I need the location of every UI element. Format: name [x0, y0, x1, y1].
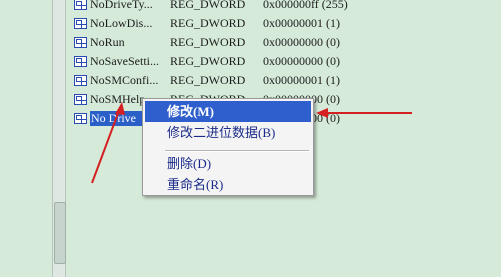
menu-item-rename[interactable]: 重命名(R) — [145, 174, 311, 195]
menu-item-modify[interactable]: 修改(M) — [145, 101, 311, 122]
value-type: REG_DWORD — [170, 0, 246, 11]
scrollbar-thumb[interactable] — [54, 202, 66, 264]
registry-value-row[interactable]: NoLowDis... REG_DWORD 0x00000001 (1) — [74, 15, 494, 33]
value-type: REG_DWORD — [170, 54, 246, 68]
registry-value-row[interactable]: NoSMConfi... REG_DWORD 0x00000001 (1) — [74, 72, 494, 90]
reg-dword-icon — [74, 18, 87, 29]
value-data: 0x00000000 (0) — [263, 35, 340, 49]
menu-item-delete[interactable]: 删除(D) — [145, 153, 311, 174]
value-name: NoSaveSetti... — [90, 54, 159, 68]
value-type: REG_DWORD — [170, 73, 246, 87]
vertical-scrollbar[interactable] — [52, 0, 66, 277]
registry-value-row[interactable]: NoRun REG_DWORD 0x00000000 (0) — [74, 34, 494, 52]
value-name: NoSMConfi... — [90, 73, 159, 87]
value-data: 0x00000001 (1) — [263, 16, 340, 30]
reg-dword-icon — [74, 37, 87, 48]
value-data: 0x00000000 (0) — [263, 54, 340, 68]
value-data: 0x000000ff (255) — [263, 0, 348, 11]
reg-dword-icon — [74, 113, 87, 124]
reg-dword-icon — [74, 94, 87, 105]
value-name[interactable]: No Drive — [90, 111, 149, 126]
reg-dword-icon — [74, 75, 87, 86]
value-name: NoLowDis... — [90, 16, 153, 30]
context-menu: 修改(M) 修改二进位数据(B) 删除(D) 重命名(R) — [142, 98, 314, 196]
registry-value-row[interactable]: NoDriveTy... REG_DWORD 0x000000ff (255) — [74, 0, 494, 14]
menu-separator — [165, 150, 309, 152]
value-type: REG_DWORD — [170, 35, 246, 49]
reg-dword-icon — [74, 56, 87, 67]
menu-item-modify-binary[interactable]: 修改二进位数据(B) — [145, 122, 311, 143]
registry-value-row[interactable]: NoSaveSetti... REG_DWORD 0x00000000 (0) — [74, 53, 494, 71]
value-data: 0x00000001 (1) — [263, 73, 340, 87]
value-name: NoRun — [90, 35, 125, 49]
value-name: NoDriveTy... — [90, 0, 153, 11]
reg-dword-icon — [74, 0, 87, 10]
value-type: REG_DWORD — [170, 16, 246, 30]
left-tree-pane — [0, 0, 52, 277]
